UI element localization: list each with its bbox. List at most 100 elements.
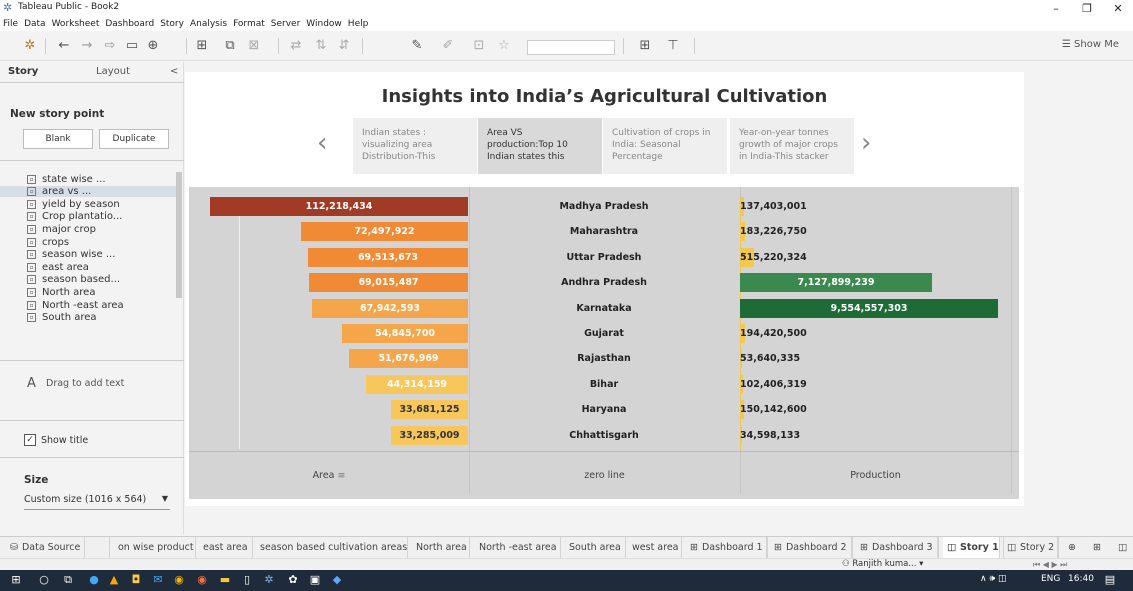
area-bar[interactable]: 69,513,673 <box>308 247 468 267</box>
sheet-item[interactable]: ▫ South area <box>0 312 176 323</box>
sheet-item[interactable]: ▫ yield by season <box>0 199 176 210</box>
production-bar[interactable]: 7,127,899,239 <box>740 273 932 293</box>
area-bar[interactable]: 44,314,159 <box>366 374 468 394</box>
sheet-item[interactable]: ▫ season wise ... <box>0 249 176 260</box>
photos-icon[interactable]: ▣ <box>308 573 322 587</box>
menu-story[interactable]: Story <box>157 17 187 31</box>
size-dropdown[interactable]: Custom size (1016 x 564) ▼ <box>24 494 170 510</box>
area-bar[interactable]: 33,285,009 <box>391 425 468 445</box>
user-menu[interactable]: ⚇ Ranjith kuma... ▾ <box>842 559 923 570</box>
tab-sheet[interactable]: North -east area <box>475 537 561 558</box>
duplicate-button[interactable]: Duplicate <box>99 129 169 149</box>
presentation-mode-icon[interactable]: ⊤ <box>665 38 681 54</box>
production-bar[interactable]: 9,554,557,303 <box>740 298 998 318</box>
labels-icon[interactable]: ⊡ <box>471 38 487 54</box>
sheet-list-scrollbar[interactable] <box>176 172 182 298</box>
sort-ascending-icon[interactable]: ⇅ <box>313 38 329 54</box>
sheet-item[interactable]: ▫ season based... <box>0 274 176 285</box>
previous-point-arrow-icon[interactable]: ‹ <box>317 130 327 156</box>
menu-server[interactable]: Server <box>268 17 304 31</box>
search-icon[interactable]: ○ <box>37 573 51 587</box>
store-icon[interactable]: ◘ <box>129 573 143 587</box>
sheet-item[interactable]: ▫ east area <box>0 262 176 273</box>
area-column-header[interactable]: Area ≡ <box>189 470 469 481</box>
tab-dashboard[interactable]: ⊞ Dashboard 1 <box>686 537 768 558</box>
show-title-checkbox[interactable]: ✓ <box>24 434 36 446</box>
group-icon[interactable]: ✐ <box>440 38 456 54</box>
tab-dashboard[interactable]: ⊞ Dashboard 3 <box>856 537 939 558</box>
fit-dropdown[interactable] <box>527 40 615 55</box>
document-icon[interactable]: ▯ <box>240 573 254 587</box>
tab-dashboard[interactable]: ⊞ Dashboard 2 <box>770 537 853 558</box>
sort-descending-icon[interactable]: ⇵ <box>336 38 352 54</box>
minimize-button[interactable]: – <box>1041 0 1071 17</box>
menu-dashboard[interactable]: Dashboard <box>102 17 157 31</box>
area-bar[interactable]: 112,218,434 <box>210 197 468 216</box>
save-icon[interactable]: ▭ <box>124 38 140 54</box>
next-point-arrow-icon[interactable]: › <box>861 130 871 156</box>
tab-sheet[interactable]: season based cultivation areas <box>256 537 408 558</box>
duplicate-sheet-icon[interactable]: ⧉ <box>222 38 238 54</box>
tableau-home-icon[interactable]: ✲ <box>22 38 38 54</box>
undo-icon[interactable]: ← <box>56 38 72 54</box>
area-bar[interactable]: 69,015,487 <box>309 273 468 293</box>
sheet-item[interactable]: ▫ Crop plantatio... <box>0 211 176 222</box>
sheet-item[interactable]: ▫ North -east area <box>0 300 176 311</box>
tab-sheet[interactable]: east area <box>199 537 253 558</box>
new-worksheet-tab-icon[interactable]: ⊕ <box>1064 537 1084 558</box>
collapse-panel-icon[interactable]: < <box>170 62 180 82</box>
story-point-3[interactable]: Cultivation of crops in India: Seasonal Pe… <box>603 118 727 174</box>
new-story-tab-icon[interactable]: ◫ <box>1114 537 1132 558</box>
tab-sheet[interactable]: North area <box>412 537 470 558</box>
menu-format[interactable]: Format <box>230 17 268 31</box>
story-point-1[interactable]: Indian states : visualizing area Distribut… <box>353 118 477 174</box>
tab-sheet[interactable]: west area <box>628 537 682 558</box>
menu-analysis[interactable]: Analysis <box>187 17 230 31</box>
show-me-button[interactable]: ☰ Show Me <box>1062 39 1119 50</box>
area-bar[interactable]: 72,497,922 <box>301 222 468 242</box>
area-bar[interactable]: 51,676,969 <box>349 349 468 369</box>
menu-data[interactable]: Data <box>21 17 49 31</box>
redo-icon[interactable]: → <box>79 38 95 54</box>
menu-file[interactable]: File <box>0 17 21 31</box>
tab-sheet[interactable]: South area <box>565 537 626 558</box>
sheet-nav-icon[interactable]: ⏮ ◀ ▶ ⏭ <box>1033 559 1067 570</box>
highlight-icon[interactable]: ✎ <box>409 38 425 54</box>
sheet-item[interactable]: ▫ North area <box>0 287 176 298</box>
task-view-icon[interactable]: ⧉ <box>61 573 75 587</box>
blank-button[interactable]: Blank <box>23 129 93 149</box>
sheet-item[interactable]: ▫ major crop <box>0 224 176 235</box>
area-bar[interactable]: 33,681,125 <box>391 400 468 420</box>
replay-icon[interactable]: ⇨ <box>102 38 118 54</box>
sort-icon[interactable]: ≡ <box>337 470 345 481</box>
tab-story[interactable]: ◫ Story 2 <box>1003 537 1060 558</box>
settings-icon[interactable]: ✿ <box>286 573 300 587</box>
new-data-source-icon[interactable]: ⊕ <box>145 38 161 54</box>
tab-story[interactable]: Story <box>8 62 78 82</box>
menu-worksheet[interactable]: Worksheet <box>49 17 103 31</box>
drag-text-label[interactable]: Drag to add text <box>46 378 124 389</box>
area-bar[interactable]: 67,942,593 <box>312 298 468 318</box>
swap-icon[interactable]: ⇄ <box>288 38 304 54</box>
story-point-4[interactable]: Year-on-year tonnes growth of major crops… <box>730 118 854 174</box>
new-dashboard-tab-icon[interactable]: ⊞ <box>1089 537 1109 558</box>
tab-sheet[interactable]: on wise product <box>114 537 196 558</box>
chrome-icon[interactable]: ◉ <box>172 573 186 587</box>
new-worksheet-icon[interactable]: ⊞ <box>194 38 210 54</box>
restore-button[interactable]: ❐ <box>1072 0 1102 17</box>
system-tray-icons[interactable]: ∧ 🕪 ◫ <box>980 574 1006 584</box>
tab-story-active[interactable]: ◫ Story 1 <box>943 537 1004 558</box>
language-indicator[interactable]: ENG <box>1041 574 1060 584</box>
menu-window[interactable]: Window <box>303 17 345 31</box>
fix-axes-icon[interactable]: ⊞ <box>630 38 660 54</box>
file-explorer-icon[interactable]: ▬ <box>218 573 232 587</box>
story-point-2[interactable]: Area VS production:Top 10 Indian states th… <box>478 118 602 174</box>
clock[interactable]: 16:40 <box>1068 574 1094 584</box>
sheet-item[interactable]: ▫ crops <box>0 237 176 248</box>
clear-sheet-icon[interactable]: ⊠ <box>246 38 262 54</box>
tab-data-source[interactable]: ⛁ Data Source <box>6 537 110 558</box>
firefox-icon[interactable]: ◉ <box>195 573 209 587</box>
app-icon[interactable]: ◆ <box>330 573 344 587</box>
close-button[interactable]: ✕ <box>1103 0 1133 17</box>
mail-icon[interactable]: ✉ <box>151 573 165 587</box>
